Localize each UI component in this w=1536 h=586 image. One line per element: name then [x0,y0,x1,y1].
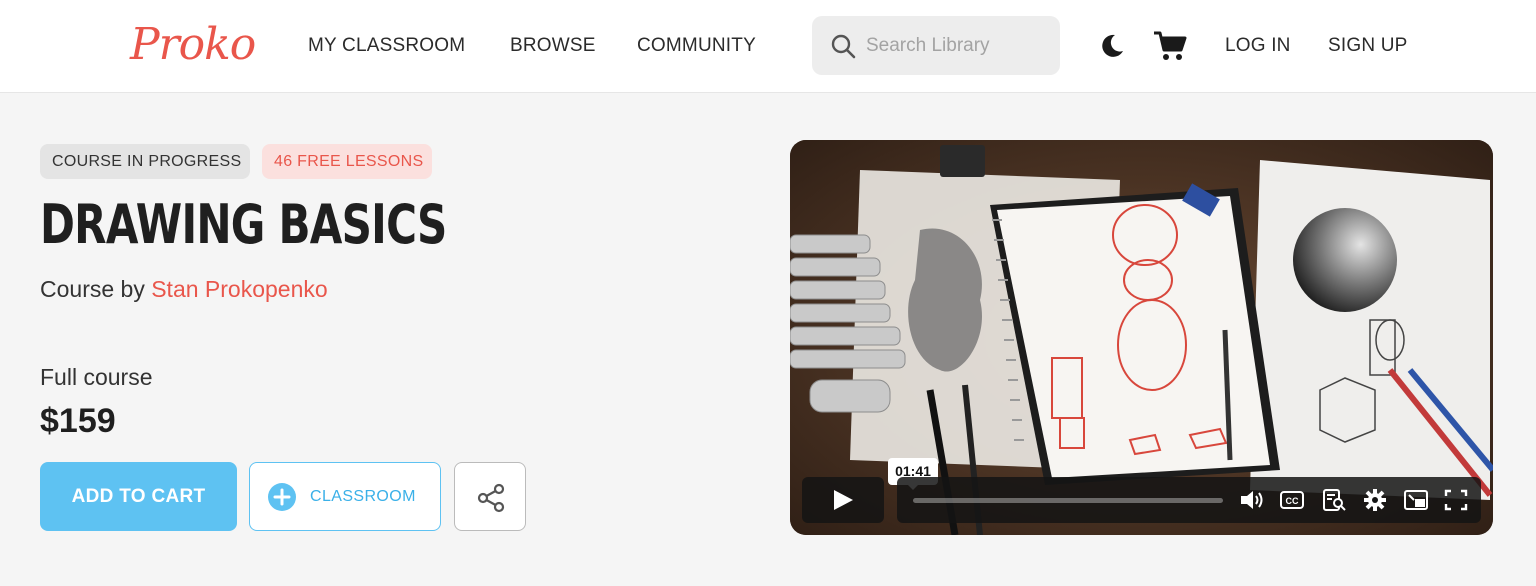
nav-community[interactable]: COMMUNITY [637,34,756,58]
nav-browse[interactable]: BROWSE [510,34,596,58]
proko-logo[interactable]: Proko [130,16,270,74]
byline-prefix: Course by [40,276,145,302]
video-control-bar: CC [897,477,1481,523]
course-in-progress-badge: COURSE IN PROGRESS [40,144,250,179]
price-label: Full course [40,364,153,390]
signup-link[interactable]: SIGN UP [1328,34,1408,58]
free-lessons-badge[interactable]: 46 FREE LESSONS [262,144,432,179]
cart-icon[interactable] [1153,30,1187,62]
play-icon [834,490,853,510]
login-link[interactable]: LOG IN [1225,34,1291,58]
share-icon [477,483,505,513]
dark-mode-moon-icon[interactable] [1098,32,1126,60]
settings-gear-icon[interactable] [1362,488,1388,512]
captions-label: CC [1286,496,1299,506]
volume-icon[interactable] [1239,488,1265,512]
search-box[interactable] [812,16,1060,75]
add-to-cart-button[interactable]: ADD TO CART [40,462,237,531]
nav-my-classroom[interactable]: MY CLASSROOM [308,34,465,58]
add-to-classroom-button[interactable]: CLASSROOM [249,462,441,531]
search-icon [831,34,856,59]
course-price: $159 [40,402,116,440]
transcript-search-icon[interactable] [1321,488,1347,512]
fullscreen-icon[interactable] [1443,488,1469,512]
search-input[interactable] [866,26,1051,66]
course-byline: Course by Stan Prokopenko [40,274,328,304]
site-header: Proko MY CLASSROOM BROWSE COMMUNITY LOG … [0,0,1536,93]
play-button[interactable] [802,477,884,523]
plus-circle-icon [268,483,296,511]
author-link[interactable]: Stan Prokopenko [151,276,327,302]
captions-icon[interactable]: CC [1279,488,1305,512]
video-progress-bar[interactable] [913,498,1223,503]
picture-in-picture-icon[interactable] [1403,488,1429,512]
logo-text: Proko [130,19,256,70]
course-title: DRAWING BASICS [40,193,447,256]
classroom-label: CLASSROOM [310,488,416,505]
share-button[interactable] [454,462,526,531]
